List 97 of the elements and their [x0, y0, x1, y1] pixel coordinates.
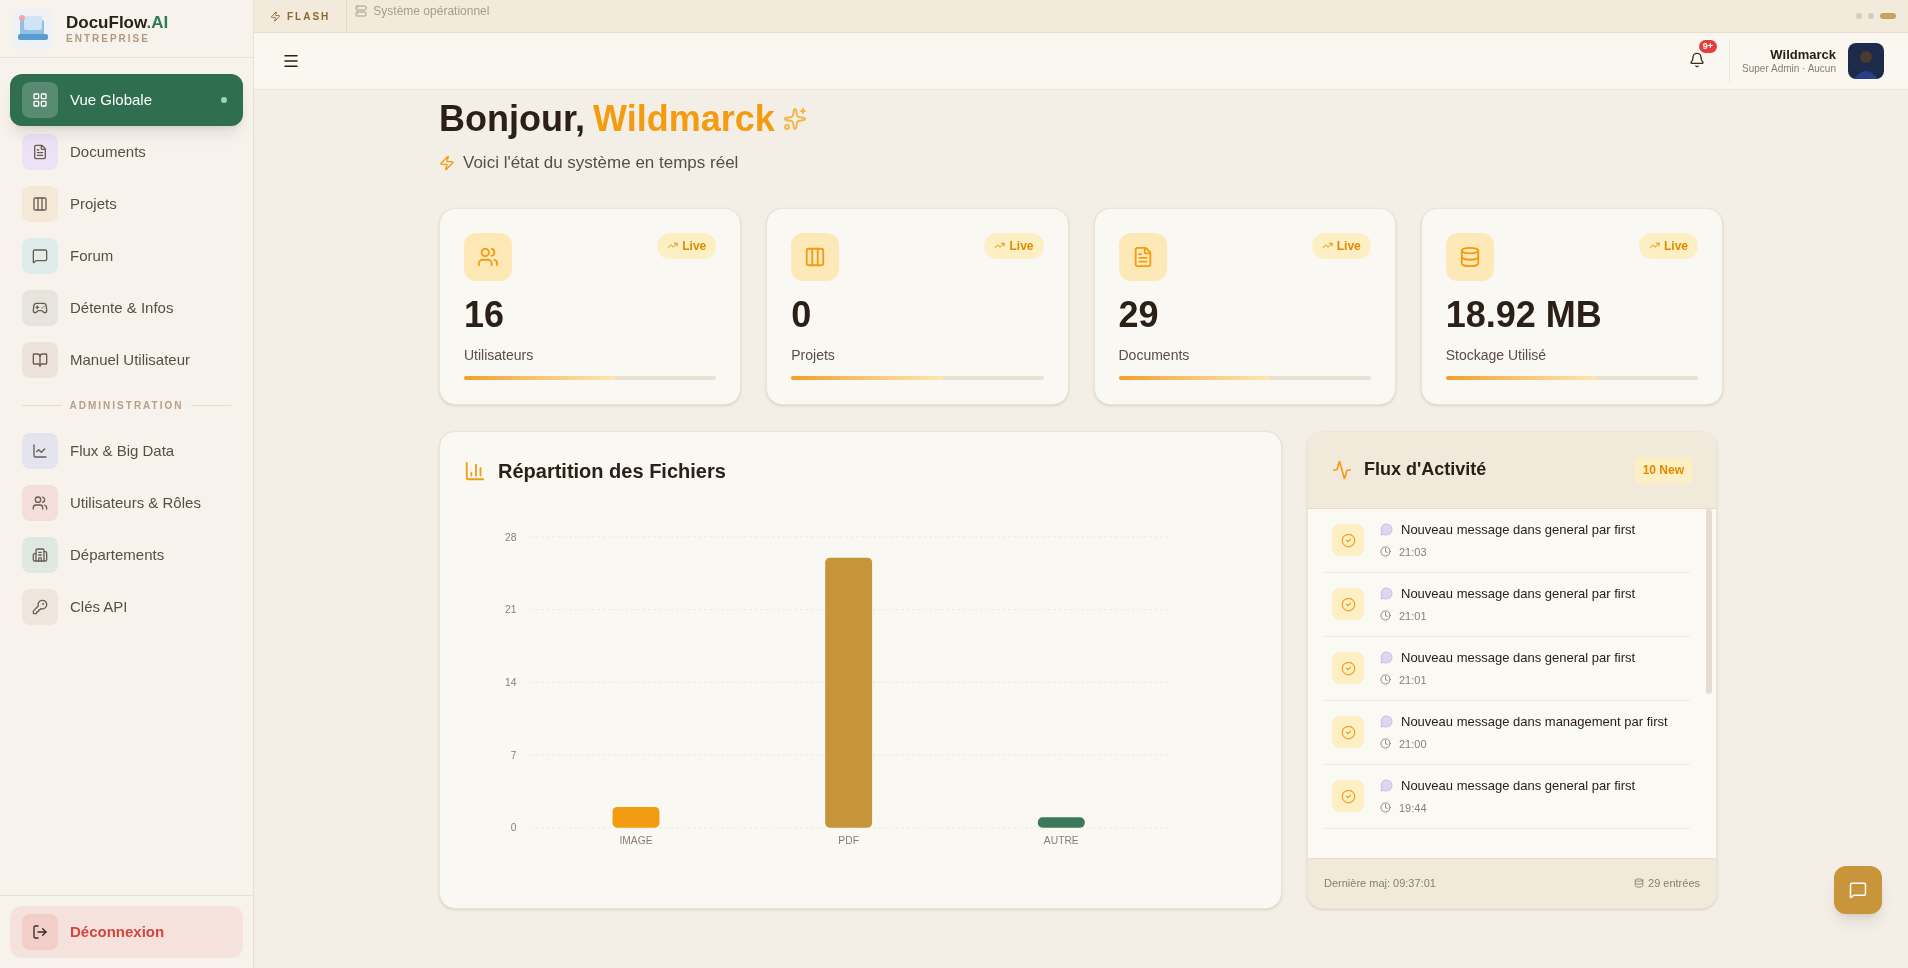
stat-value: 0	[791, 296, 813, 333]
sidebar-item[interactable]: Utilisateurs & Rôles	[10, 477, 243, 529]
chart-title: Répartition des Fichiers	[498, 458, 726, 484]
check-icon	[1332, 652, 1364, 684]
axis-label: IMAGE	[619, 834, 653, 846]
status-text: Système opérationnel	[373, 3, 490, 20]
activity-item[interactable]: Nouveau message dans general par first 21:03	[1324, 508, 1690, 573]
speech-bubble-icon	[1380, 587, 1393, 601]
live-badge: Live	[657, 232, 717, 259]
section-label: ADMINISTRATION	[69, 399, 184, 413]
clock-icon	[1380, 674, 1391, 686]
live-badge: Live	[1639, 232, 1698, 259]
database-icon	[1634, 878, 1644, 888]
activity-title: Flux d'Activité	[1364, 458, 1487, 481]
sidebar-item[interactable]: Flux & Big Data	[10, 425, 243, 477]
stat-label: Stockage Utilisé	[1445, 345, 1548, 365]
stat-value: 18.92 MB	[1445, 296, 1603, 333]
axis-tick: 14	[505, 676, 517, 688]
window-dots	[1856, 13, 1896, 19]
check-icon	[1332, 524, 1364, 556]
stat-label: Documents	[1118, 345, 1191, 365]
greeting-subtitle: Voici l'état du système en temps réel	[463, 152, 739, 174]
activity-text: Nouveau message dans general par first	[1401, 649, 1636, 667]
sidebar-item[interactable]: Vue Globale	[10, 74, 243, 126]
check-icon	[1332, 716, 1364, 748]
new-badge: 10 New	[1634, 456, 1692, 483]
activity-icon	[1332, 459, 1352, 480]
sidebar-item[interactable]: Documents	[10, 126, 243, 178]
activity-item[interactable]: Nouveau message dans management par first 21:00	[1324, 700, 1690, 765]
clock-icon	[1380, 802, 1391, 814]
live-badge: Live	[984, 232, 1044, 259]
chat-button[interactable]	[1834, 866, 1882, 914]
activity-time: 21:01	[1399, 672, 1427, 688]
clock-icon	[1380, 738, 1391, 750]
stat-value: 16	[464, 296, 506, 333]
logout-button[interactable]: Déconnexion	[10, 906, 243, 958]
entry-count: 29 entrées	[1648, 875, 1700, 891]
activity-item[interactable]: Nouveau message dans general par first 21:01	[1324, 572, 1690, 637]
axis-label: PDF	[838, 834, 859, 846]
sidebar-item[interactable]: Départements	[10, 529, 243, 581]
check-icon	[1332, 588, 1364, 620]
activity-time: 21:01	[1399, 608, 1427, 624]
notification-count: 9+	[1698, 39, 1718, 53]
speech-bubble-icon	[1380, 779, 1393, 793]
axis-tick: 0	[510, 822, 517, 833]
live-badge: Live	[1311, 232, 1371, 259]
user-name-highlight: Wildmarck	[593, 97, 775, 141]
logout-icon	[22, 914, 58, 950]
activity-item[interactable]: Nouveau message dans general par first 19:44	[1324, 764, 1690, 829]
chart-icon	[464, 459, 486, 482]
sidebar-item[interactable]: Projets	[10, 178, 243, 230]
last-update: Dernière maj: 09:37:01	[1324, 875, 1436, 891]
stat-label: Utilisateurs	[464, 345, 535, 365]
check-icon	[1332, 780, 1364, 812]
menu-icon	[22, 82, 58, 118]
stat-value: 29	[1118, 296, 1160, 333]
activity-time: 21:00	[1399, 736, 1427, 752]
sidebar-item[interactable]: Manuel Utilisateur	[10, 334, 243, 386]
activity-text: Nouveau message dans general par first	[1401, 777, 1636, 795]
clock-icon	[1380, 610, 1391, 622]
greeting-text: Bonjour,	[439, 97, 585, 141]
activity-text: Nouveau message dans management par first	[1401, 713, 1668, 731]
menu-icon	[282, 52, 300, 70]
brand-subtitle: ENTREPRISE	[66, 32, 151, 46]
axis-tick: 21	[505, 603, 517, 615]
brand-name: DocuFlow.AI	[66, 11, 169, 33]
sidebar-item[interactable]: Forum	[10, 230, 243, 282]
activity-time: 19:44	[1399, 800, 1427, 816]
activity-text: Nouveau message dans general par first	[1401, 521, 1636, 539]
bell-icon	[1689, 51, 1706, 68]
clock-icon	[1380, 546, 1391, 558]
bolt-icon	[439, 154, 455, 171]
axis-tick: 7	[510, 749, 517, 761]
stat-icon	[1118, 232, 1167, 281]
axis-tick: 28	[505, 531, 517, 543]
server-icon	[355, 5, 368, 17]
flash-badge: FLASH	[254, 0, 348, 32]
activity-text: Nouveau message dans general par first	[1401, 585, 1636, 603]
user-name: Wildmarck	[1770, 46, 1836, 63]
speech-bubble-icon	[1380, 523, 1393, 537]
activity-item[interactable]: Nouveau message dans general par first 21:01	[1324, 636, 1690, 701]
stat-label: Projets	[791, 345, 836, 365]
sidebar-item[interactable]: Clés API	[10, 581, 243, 633]
speech-bubble-icon	[1380, 715, 1393, 729]
speech-bubble-icon	[1380, 651, 1393, 665]
axis-label: AUTRE	[1043, 834, 1079, 846]
sparkle-icon	[782, 107, 807, 131]
avatar	[1848, 43, 1884, 79]
stat-icon	[791, 232, 840, 281]
stat-icon	[464, 232, 512, 281]
activity-time: 21:03	[1399, 544, 1427, 560]
scrollbar-thumb[interactable]	[1706, 508, 1712, 694]
chat-icon	[1849, 881, 1867, 899]
logo-icon	[12, 7, 54, 50]
user-role: Super Admin · Aucun	[1742, 62, 1836, 76]
stat-icon	[1445, 232, 1494, 281]
sidebar-item[interactable]: Détente & Infos	[10, 282, 243, 334]
